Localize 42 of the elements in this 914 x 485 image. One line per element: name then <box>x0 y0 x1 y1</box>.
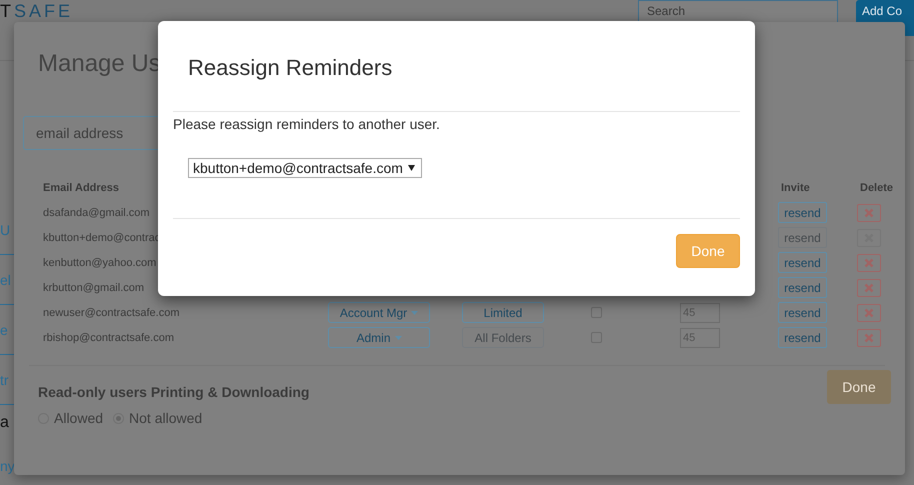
delete-button[interactable] <box>857 254 881 272</box>
role-dropdown[interactable]: Admin <box>328 327 430 348</box>
delete-button[interactable] <box>857 304 881 322</box>
resend-button[interactable]: resend <box>778 277 827 298</box>
radio-label: Not allowed <box>129 410 202 426</box>
done-button[interactable]: Done <box>827 370 891 404</box>
logo[interactable]: T SAFE <box>0 2 74 20</box>
done-button[interactable]: Done <box>676 234 740 268</box>
radio-label: Allowed <box>54 410 104 426</box>
radio-button[interactable] <box>113 412 124 424</box>
resend-button[interactable]: resend <box>778 302 827 323</box>
resend-button[interactable]: resend <box>778 252 827 273</box>
close-icon <box>864 308 874 318</box>
delete-button[interactable] <box>857 204 881 222</box>
resend-button[interactable]: resend <box>778 202 827 223</box>
delete-button[interactable] <box>857 278 881 296</box>
sidebar-heading: a <box>0 413 10 433</box>
close-icon <box>864 282 874 292</box>
dialog-message: Please reassign reminders to another user. <box>173 116 440 132</box>
column-header: Email Address <box>43 182 120 194</box>
role-dropdown[interactable]: Account Mgr <box>328 302 430 323</box>
email-cell: rbishop@contractsafe.com <box>43 332 174 344</box>
close-icon <box>864 258 874 268</box>
caret-icon <box>408 165 415 171</box>
email-cell: kenbutton@yahoo.com <box>43 256 156 268</box>
resend-button[interactable]: resend <box>778 327 827 348</box>
dialog-title: Reassign Reminders <box>188 55 392 81</box>
email-cell: krbutton@gmail.com <box>43 282 144 294</box>
user-select[interactable]: kbutton+demo@contractsafe.com <box>188 158 422 178</box>
section-title: Read-only users Printing & Downloading <box>38 384 310 400</box>
email-cell: newuser@contractsafe.com <box>43 306 180 318</box>
caret-icon <box>411 310 418 314</box>
close-icon <box>864 208 874 218</box>
caret-icon <box>394 336 402 340</box>
email-cell: kbutton+demo@contrac <box>43 232 160 244</box>
email-cell: dsafanda@gmail.com <box>43 206 150 218</box>
close-icon <box>864 332 874 342</box>
checkbox[interactable] <box>591 307 602 318</box>
delete-button[interactable] <box>857 328 881 346</box>
column-header: Delete <box>859 182 894 194</box>
column-header: Invite <box>780 182 811 194</box>
folders-button[interactable]: Limited <box>462 302 544 323</box>
